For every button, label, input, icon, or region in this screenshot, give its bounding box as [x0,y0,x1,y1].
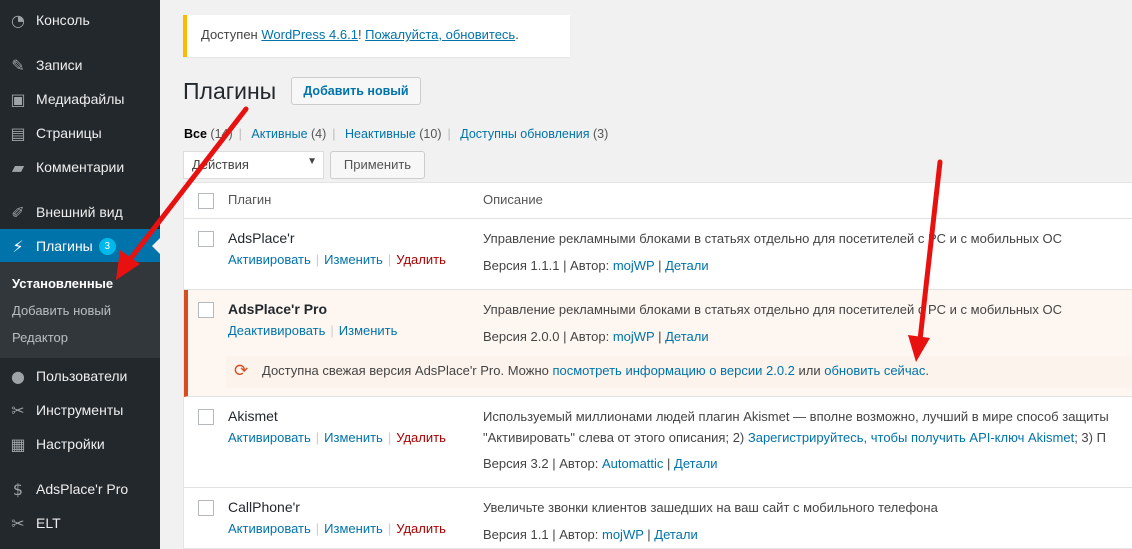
author-link[interactable]: mojWP [613,258,655,273]
submenu-installed[interactable]: Установленные [0,270,160,297]
sidebar-item-pages[interactable]: ▤ Страницы [0,116,160,150]
tool-icon: ✂ [11,513,25,533]
edit-link[interactable]: Изменить [324,252,383,267]
filter-all[interactable]: Все [184,127,207,141]
media-icon: ▣ [10,89,26,109]
view-version-details-link[interactable]: посмотреть информацию о версии 2.0.2 [552,363,794,378]
pin-icon: ✎ [11,55,25,75]
wrench-icon: ✂ [11,400,25,420]
row-checkbox[interactable] [198,231,214,247]
sidebar-item-tools[interactable]: ✂ Инструменты [0,393,160,427]
activate-link[interactable]: Активировать [228,252,311,267]
submenu-add-new[interactable]: Добавить новый [0,297,160,324]
update-now-link[interactable]: Пожалуйста, обновитесь [365,27,515,42]
author-link[interactable]: mojWP [613,329,655,344]
details-link[interactable]: Детали [665,329,709,344]
details-link[interactable]: Детали [665,258,709,273]
details-link[interactable]: Детали [654,527,698,542]
edit-link[interactable]: Изменить [339,323,398,338]
add-new-button[interactable]: Добавить новый [291,77,421,105]
edit-link[interactable]: Изменить [324,521,383,536]
delete-link[interactable]: Удалить [396,521,446,536]
sidebar-item-users[interactable]: ● Пользователи [0,359,160,393]
pages-icon: ▤ [10,123,26,143]
update-notice: Доступен WordPress 4.6.1! Пожалуйста, об… [183,15,570,57]
active-caret [144,238,160,254]
row-checkbox[interactable] [198,302,214,318]
filter-updates[interactable]: Доступны обновления [460,127,589,141]
plugin-filters: Все (14) | Активные (4) | Неактивные (10) |… [184,127,609,141]
brush-icon: ✐ [11,202,25,222]
page-title: Плагины [183,78,277,104]
plugin-update-notice: ⟳ Доступна свежая версия AdsPlace'r Pro. … [226,356,1132,388]
delete-link[interactable]: Удалить [396,252,446,267]
akismet-register-link[interactable]: Зарегистрируйтесь, чтобы получить API-кл… [748,430,1074,445]
row-checkbox[interactable] [198,409,214,425]
filter-inactive[interactable]: Неактивные [345,127,416,141]
sidebar-item-adsplacer-pro[interactable]: $ AdsPlace'r Pro [0,472,160,506]
bulk-actions-select[interactable]: Действия ▼ [183,151,324,179]
table-row: Akismet Активировать | Изменить | Удалить Ис… [184,397,1132,488]
table-header: Плагин Описание [184,183,1132,219]
filter-active[interactable]: Активные [251,127,307,141]
sidebar-item-appearance[interactable]: ✐ Внешний вид [0,195,160,229]
table-row: CallPhone'r Активировать | Изменить | Удалит… [184,488,1132,548]
author-link[interactable]: Automattic [602,456,663,471]
sidebar-item-comments[interactable]: ▰ Комментарии [0,150,160,184]
author-link[interactable]: mojWP [602,527,644,542]
sidebar-item-media[interactable]: ▣ Медиафайлы [0,82,160,116]
settings-icon: ▦ [10,434,26,454]
sidebar-item-plugins[interactable]: ⚡ Плагины 3 [0,229,160,263]
delete-link[interactable]: Удалить [396,430,446,445]
row-checkbox[interactable] [198,500,214,516]
sidebar-item-console[interactable]: ◔ Консоль [0,3,160,37]
table-row: AdsPlace'r Активировать | Изменить | Удалить… [184,219,1132,290]
dashboard-icon: ◔ [11,10,25,30]
details-link[interactable]: Детали [674,456,718,471]
plugins-submenu: Установленные Добавить новый Редактор [0,262,160,358]
apply-button[interactable]: Применить [330,151,425,179]
admin-sidebar: ◔ Консоль ✎ Записи ▣ Медиафайлы ▤ Страницы ▰… [0,0,160,549]
comment-icon: ▰ [11,157,25,177]
activate-link[interactable]: Активировать [228,430,311,445]
plugin-icon: ⚡ [12,236,24,256]
select-all-checkbox[interactable] [198,193,214,209]
dropdown-arrow-icon: ▼ [307,156,317,167]
table-row-active: AdsPlace'r Pro Деактивировать | Изменить У… [184,290,1132,397]
refresh-icon: ⟳ [234,361,249,381]
sidebar-item-elt[interactable]: ✂ ELT [0,506,160,540]
deactivate-link[interactable]: Деактивировать [228,323,325,338]
user-icon: ● [11,366,25,386]
wordpress-version-link[interactable]: WordPress 4.6.1 [261,27,358,42]
sidebar-item-posts[interactable]: ✎ Записи [0,48,160,82]
dollar-icon: $ [12,479,24,499]
activate-link[interactable]: Активировать [228,521,311,536]
update-count-badge: 3 [98,237,116,255]
plugins-table: Плагин Описание AdsPlace'r Активировать |… [183,182,1132,549]
sidebar-item-settings[interactable]: ▦ Настройки [0,427,160,461]
update-now-link[interactable]: обновить сейчас [824,363,925,378]
edit-link[interactable]: Изменить [324,430,383,445]
submenu-editor[interactable]: Редактор [0,324,160,351]
